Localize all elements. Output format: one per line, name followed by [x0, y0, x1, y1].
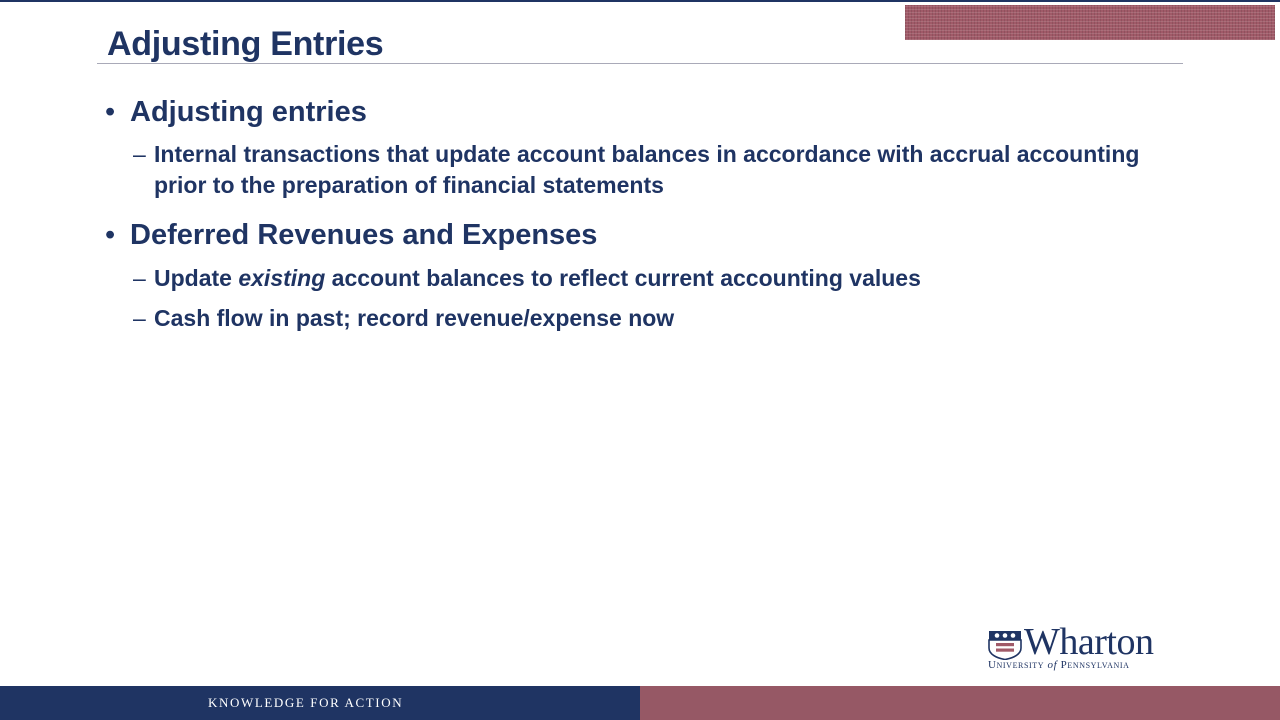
bullet-item: • Deferred Revenues and Expenses	[105, 217, 1185, 253]
title-divider	[97, 63, 1183, 64]
sub-bullet-text-end: account balances to reflect current acco…	[325, 265, 921, 291]
footer-bar-navy: KNOWLEDGE FOR ACTION	[0, 686, 640, 720]
dash-icon: –	[133, 305, 146, 331]
bullet-text: Deferred Revenues and Expenses	[130, 219, 598, 251]
bullet-item: • Adjusting entries	[105, 94, 1185, 130]
pennsylvania-text: Pennsylvania	[1057, 659, 1130, 671]
university-of-text: of	[1047, 659, 1058, 671]
sub-bullet-item: – Internal transactions that update acco…	[133, 139, 1164, 201]
bullet-dot-icon: •	[105, 219, 116, 251]
footer-tagline: KNOWLEDGE FOR ACTION	[208, 695, 404, 710]
penn-shield-icon	[988, 631, 1022, 660]
bullet-text: Adjusting entries	[130, 96, 367, 128]
corner-accent-block	[905, 5, 1275, 40]
dash-icon: –	[133, 265, 146, 291]
sub-bullet-item: – Cash flow in past; record revenue/expe…	[133, 303, 1185, 334]
logo-wordmark: Wharton	[1024, 621, 1154, 663]
bullet-dot-icon: •	[105, 96, 116, 128]
emphasized-word: existing	[238, 265, 326, 291]
university-text: University	[988, 659, 1048, 671]
sub-bullet-text: Cash flow in past; record revenue/expens…	[154, 305, 675, 331]
sub-bullet-text: Internal transactions that update accoun…	[154, 141, 1140, 198]
slide-body: • Adjusting entries – Internal transacti…	[105, 94, 1185, 334]
wharton-logo: Wharton University of Pennsylvania	[988, 622, 1193, 672]
top-border-line	[0, 0, 1280, 2]
slide-title: Adjusting Entries	[107, 25, 384, 63]
logo-university-line: University of Pennsylvania	[988, 658, 1130, 672]
sub-bullet-item: – Update existing account balances to ref…	[133, 263, 1185, 294]
footer-bar-burgundy	[640, 686, 1280, 720]
sub-bullet-text-start: Update	[154, 265, 239, 291]
dash-icon: –	[133, 141, 146, 167]
